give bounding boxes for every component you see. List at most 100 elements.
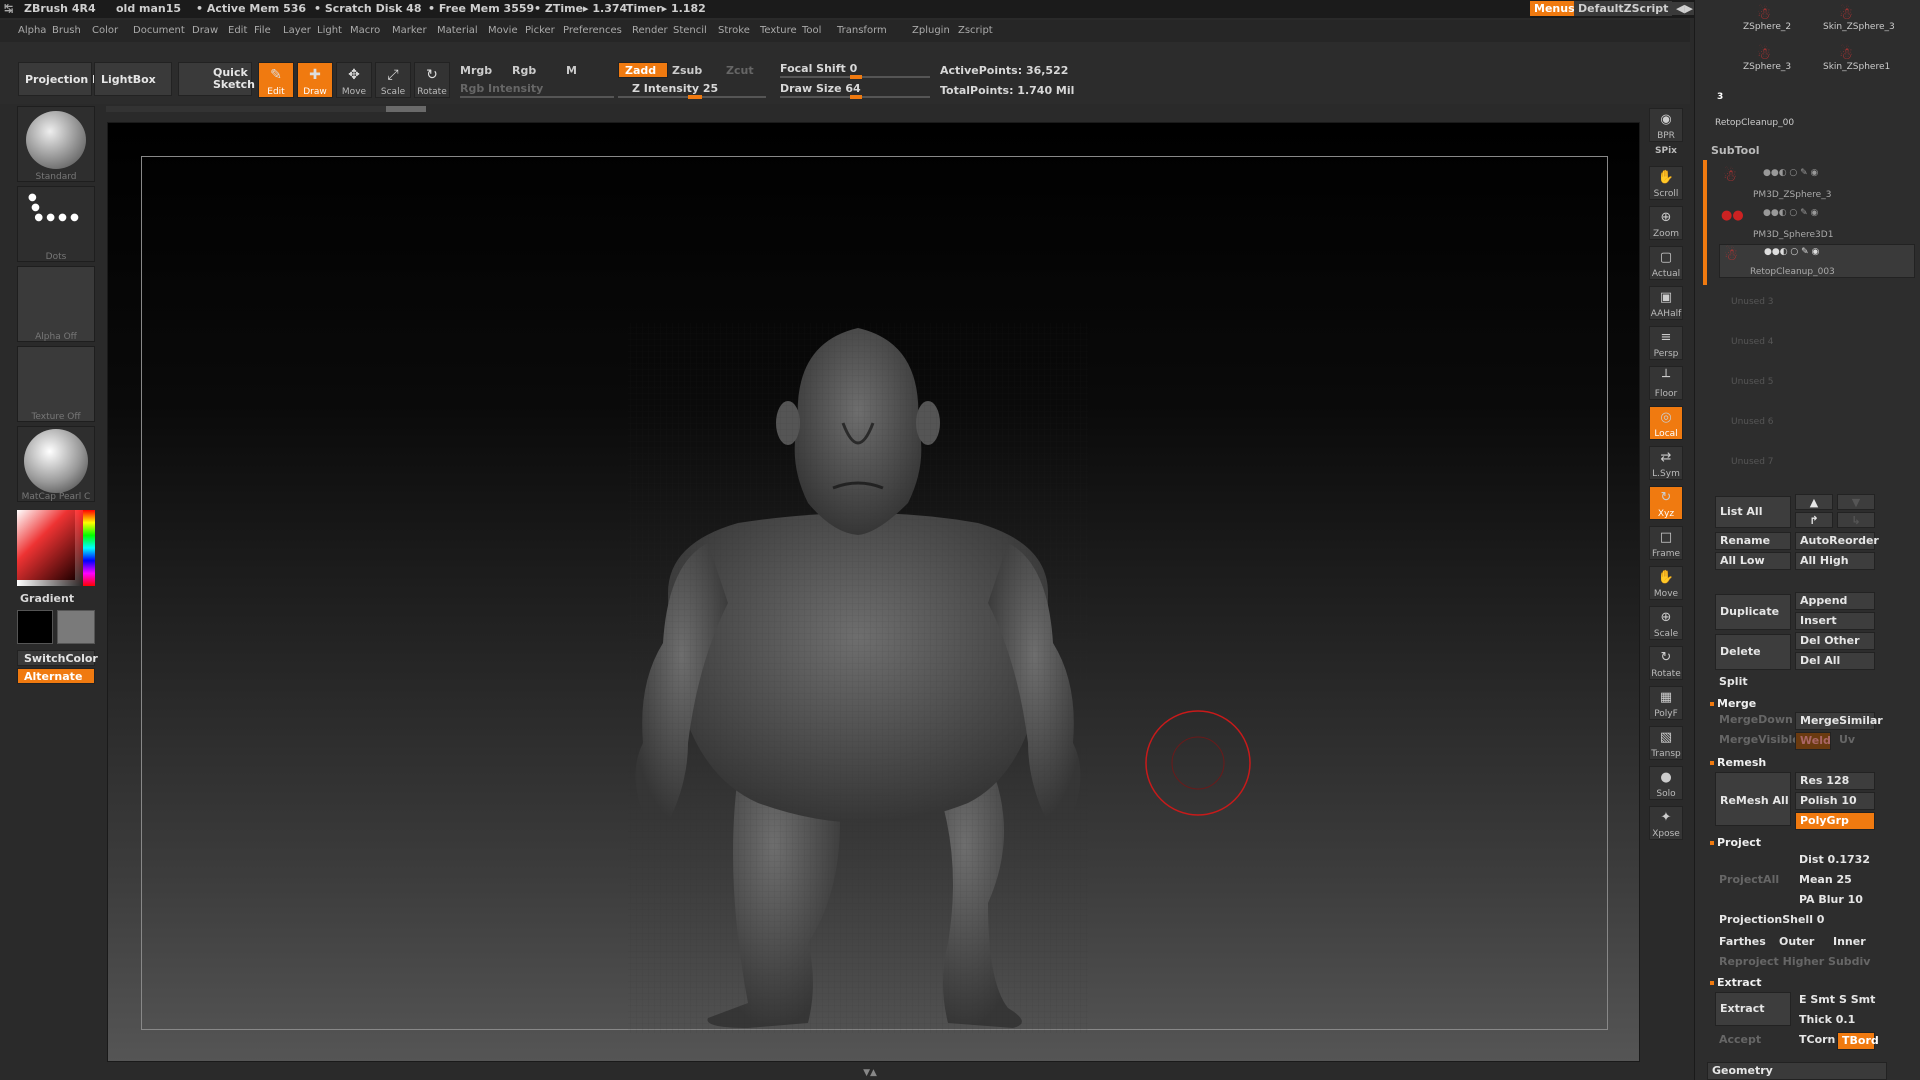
mrgb-button[interactable]: Mrgb [460, 64, 492, 77]
material-thumbnail[interactable] [17, 426, 95, 502]
menu-stroke[interactable]: Stroke [718, 25, 750, 36]
subtool-title[interactable]: SubTool [1711, 144, 1760, 157]
sculpt-model[interactable] [108, 123, 1641, 1063]
farthest-toggle[interactable]: Farthes [1715, 934, 1773, 952]
tool-zsphere2[interactable]: ZSphere_2 [1743, 22, 1791, 32]
subtool-pm3d-sphere3d1[interactable]: ●● ●●◐ ○ ✎ ◉ PM3D_Sphere3D1 [1719, 206, 1915, 240]
pa-blur-slider[interactable]: PA Blur 10 [1795, 892, 1875, 910]
move-down-icon[interactable]: ▼ [1837, 494, 1875, 510]
reproject-button[interactable]: Reproject Higher Subdiv [1715, 954, 1875, 972]
shelf-scale-button[interactable]: ⊕ Scale [1649, 606, 1683, 640]
edit-button[interactable]: ✎ Edit [258, 62, 294, 98]
z-intensity-knob[interactable] [688, 95, 702, 99]
rgb-intensity-slider[interactable]: Rgb Intensity [460, 82, 543, 95]
thick-slider[interactable]: Thick 0.1 [1795, 1012, 1875, 1030]
project-section[interactable]: Project [1709, 836, 1761, 849]
merge-visible-button[interactable]: MergeVisible [1715, 732, 1800, 750]
m-button[interactable]: M [566, 64, 577, 77]
unused-slot[interactable]: Unused 6 [1731, 417, 1774, 427]
draw-size-slider[interactable]: Draw Size 64 [780, 82, 861, 95]
shelf-xyz-button[interactable]: ↻ Xyz [1649, 486, 1683, 520]
s-smt-slider[interactable]: S Smt [1835, 992, 1875, 1010]
auto-reorder-button[interactable]: AutoReorder [1795, 532, 1879, 550]
brush-thumbnail[interactable] [17, 106, 95, 182]
z-intensity-slider[interactable]: Z Intensity 25 [632, 82, 718, 95]
menu-tool[interactable]: Tool [802, 25, 821, 36]
menu-transform[interactable]: Transform [837, 25, 887, 36]
zcut-button[interactable]: Zcut [726, 64, 754, 77]
list-all-button[interactable]: List All [1715, 496, 1791, 528]
unused-slot[interactable]: Unused 4 [1731, 337, 1774, 347]
subtool-toggles-icon[interactable]: ●●◐ ○ ✎ ◉ [1763, 168, 1818, 178]
shelf-frame-button[interactable]: □ Frame [1649, 526, 1683, 560]
texture-thumbnail[interactable] [17, 346, 95, 422]
tool-skin-zsphere1[interactable]: Skin_ZSphere1 [1823, 62, 1890, 72]
bottom-tray-toggle-icon[interactable]: ▼▲ [820, 1068, 920, 1078]
rgb-button[interactable]: Rgb [512, 64, 536, 77]
menu-draw[interactable]: Draw [192, 25, 218, 36]
menu-brush[interactable]: Brush [52, 25, 81, 36]
menu-zscript[interactable]: Zscript [958, 25, 993, 36]
alpha-thumbnail[interactable] [17, 266, 95, 342]
scrollbar-thumb[interactable] [386, 106, 426, 112]
merge-section[interactable]: Merge [1709, 697, 1756, 710]
shelf-polyf-button[interactable]: ▦ PolyF [1649, 686, 1683, 720]
saturation-field[interactable] [17, 510, 75, 580]
merge-down-button[interactable]: MergeDown [1715, 712, 1793, 730]
shelf-floor-button[interactable]: ┴ Floor [1649, 366, 1683, 400]
switch-color-button[interactable]: SwitchColor [17, 650, 98, 666]
move-up-icon[interactable]: ▲ [1795, 494, 1833, 510]
merge-similar-button[interactable]: MergeSimilar [1795, 712, 1883, 730]
outer-toggle[interactable]: Outer [1775, 934, 1825, 952]
shelf-bpr-button[interactable]: ◉ BPR [1649, 108, 1683, 142]
zadd-button[interactable]: Zadd [618, 62, 668, 78]
tcorn-toggle[interactable]: TCorn [1795, 1032, 1835, 1050]
insert-button[interactable]: Insert [1795, 612, 1875, 630]
secondary-color-swatch[interactable] [57, 610, 95, 644]
menu-edit[interactable]: Edit [228, 25, 247, 36]
subtool-retopcleanup[interactable]: ☃ ●●◐ ○ ✎ ◉ RetopCleanup_003 [1719, 244, 1915, 278]
menus-button[interactable]: Menus [1530, 1, 1579, 16]
projection-shell-slider[interactable]: ProjectionShell 0 [1715, 912, 1875, 930]
delete-button[interactable]: Delete [1715, 634, 1791, 670]
focal-shift-slider[interactable]: Focal Shift 0 [780, 62, 857, 75]
menu-marker[interactable]: Marker [392, 25, 427, 36]
shelf-lsym-button[interactable]: ⇄ L.Sym [1649, 446, 1683, 480]
shelf-aahalf-button[interactable]: ▣ AAHalf [1649, 286, 1683, 320]
inner-toggle[interactable]: Inner [1829, 934, 1875, 952]
del-all-button[interactable]: Del All [1795, 652, 1875, 670]
menu-preferences[interactable]: Preferences [563, 25, 622, 36]
shelf-xpose-button[interactable]: ✦ Xpose [1649, 806, 1683, 840]
polish-slider[interactable]: Polish 10 [1795, 792, 1875, 810]
tool-retopcleanup[interactable]: RetopCleanup_00 [1715, 118, 1794, 128]
polygrp-toggle[interactable]: PolyGrp [1795, 812, 1875, 830]
remesh-all-button[interactable]: ReMesh All [1715, 772, 1791, 826]
append-button[interactable]: Append [1795, 592, 1875, 610]
document-canvas[interactable] [107, 122, 1640, 1062]
shelf-transp-button[interactable]: ▧ Transp [1649, 726, 1683, 760]
focal-shift-knob[interactable] [850, 75, 862, 79]
shelf-rotate-button[interactable]: ↻ Rotate [1649, 646, 1683, 680]
shelf-spix-button[interactable]: SPix [1649, 144, 1683, 162]
uv-toggle[interactable]: Uv [1835, 732, 1871, 750]
extract-section[interactable]: Extract [1710, 976, 1762, 989]
draw-size-knob[interactable] [850, 95, 862, 99]
menu-movie[interactable]: Movie [488, 25, 518, 36]
shelf-scroll-button[interactable]: ✋ Scroll [1649, 166, 1683, 200]
remesh-section[interactable]: Remesh [1709, 756, 1766, 769]
move-button[interactable]: ✥ Move [336, 62, 372, 98]
lightbox-button[interactable]: LightBox [94, 62, 172, 96]
tool-zsphere3[interactable]: ZSphere_3 [1743, 62, 1791, 72]
menu-layer[interactable]: Layer [283, 25, 311, 36]
arrow-down-icon[interactable]: ↳ [1837, 512, 1875, 528]
quick-sketch-button[interactable]: Quick Sketch [178, 62, 255, 96]
draw-button[interactable]: ✚ Draw [297, 62, 333, 98]
menu-picker[interactable]: Picker [525, 25, 555, 36]
shelf-move-button[interactable]: ✋ Move [1649, 566, 1683, 600]
del-other-button[interactable]: Del Other [1795, 632, 1875, 650]
menu-file[interactable]: File [254, 25, 271, 36]
menu-alpha[interactable]: Alpha [18, 25, 46, 36]
menu-zplugin[interactable]: Zplugin [912, 25, 950, 36]
rename-button[interactable]: Rename [1715, 532, 1791, 550]
menu-color[interactable]: Color [92, 25, 118, 36]
